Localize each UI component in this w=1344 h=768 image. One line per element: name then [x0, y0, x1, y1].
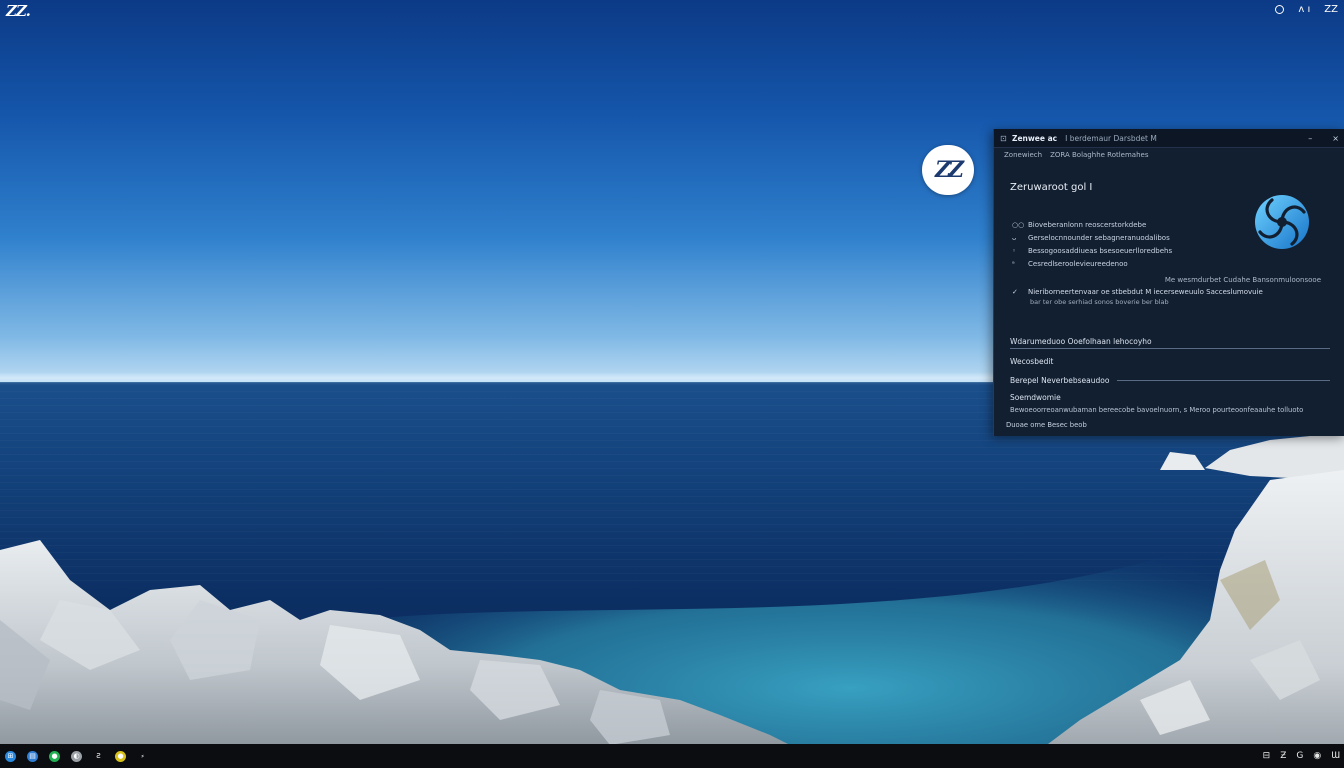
list-item[interactable]: ᴗ Gerselocnnounder sebagneranuodalibos — [1012, 231, 1172, 244]
wallpaper-rocks-right — [1048, 430, 1344, 744]
window-titlebar[interactable]: ⊡ Zenwee ac I berdemaur Darsbdet M – × — [994, 129, 1344, 148]
section-label: Wecosbedit — [1010, 357, 1054, 366]
breadcrumb: Zonewiech ZORA Bolaghhe Rotlemahes — [994, 148, 1344, 162]
breadcrumb-item[interactable]: ZORA Bolaghhe Rotlemahes — [1050, 151, 1148, 159]
section-description: Bewoeoorreoanwubaman bereecobe bavoelnuo… — [1010, 406, 1304, 414]
tray-icon[interactable]: Ɯ — [1331, 751, 1340, 761]
list-bullet-icon: ○○ — [1012, 220, 1025, 229]
brand-logo-icon — [1255, 195, 1309, 249]
feature-list: ○○ Bioveberanlonn reoscerstorkdebe ᴗ Ger… — [1012, 218, 1172, 270]
chat-icon[interactable]: ● — [49, 750, 60, 762]
section-label: Soemdwomie — [1010, 393, 1061, 402]
list-bullet-icon: ◦ — [1012, 246, 1017, 255]
list-item[interactable]: ◦ Bessogoosaddiueas bsesoeuerlloredbehs — [1012, 244, 1172, 257]
files-icon[interactable]: ▤ — [27, 750, 38, 762]
taskbar-apps: ⊞ ▤ ● ◐ Ƨ ● ⸗ — [0, 750, 148, 762]
top-tray-logo[interactable]: ZZ — [1324, 4, 1338, 15]
section-field[interactable]: Berepel Neverbebseaudoo — [1010, 376, 1330, 385]
section-field: Soemdwomie Bewoeoorreoanwubaman bereecob… — [1010, 393, 1330, 414]
list-item-label: Bioveberanlonn reoscerstorkdebe — [1028, 220, 1147, 229]
info-block: ✓ Nieriborneertenvaar oe stbebdut M iece… — [1012, 288, 1332, 306]
window-title: Zenwee ac — [1012, 133, 1058, 143]
list-item-label: Cesredlseroolevieureedenoo — [1028, 259, 1128, 268]
system-tray: ⊟ Ƶ G ◉ Ɯ — [1263, 751, 1344, 761]
text-app-icon[interactable]: Ƨ — [93, 750, 104, 762]
tray-icon[interactable]: G — [1296, 751, 1303, 761]
minimize-button[interactable]: – — [1308, 134, 1312, 143]
desktop-logo[interactable]: ZZ. — [6, 2, 31, 20]
info-text: Nieriborneertenvaar oe stbebdut M iecers… — [1028, 288, 1263, 296]
list-item[interactable]: ᵃ Cesredlseroolevieureedenoo — [1012, 257, 1172, 270]
info-subtext: bar ter obe serhiad sonos boverie ber bl… — [1030, 298, 1169, 306]
section-label: Wdarumeduoo Ooefolhaan lehocoyho — [1010, 337, 1152, 346]
list-item-label: Gerselocnnounder sebagneranuodalibos — [1028, 233, 1170, 242]
top-tray: ʌ ı ZZ — [1275, 4, 1338, 15]
footer-link[interactable]: Duoae ome Besec beob — [1006, 421, 1087, 429]
section-field[interactable]: Wecosbedit — [1010, 357, 1330, 366]
close-button[interactable]: × — [1332, 134, 1339, 143]
status-ring-icon[interactable] — [1275, 5, 1285, 14]
desktop-app-icon[interactable]: ZZ — [922, 145, 974, 195]
page-title: Zeruwaroot gol I — [1010, 182, 1093, 193]
divider — [1117, 380, 1330, 381]
tray-icon[interactable]: Ƶ — [1280, 751, 1286, 761]
start-icon[interactable]: ⊞ — [5, 750, 16, 762]
divider — [1010, 348, 1330, 349]
section-label: Berepel Neverbebseaudoo — [1010, 376, 1110, 385]
tray-icon[interactable]: ⊟ — [1263, 751, 1271, 761]
breadcrumb-item[interactable]: Zonewiech — [1004, 151, 1042, 159]
wallpaper-rocks-left — [0, 540, 788, 744]
section-field[interactable]: Wdarumeduoo Ooefolhaan lehocoyho — [1010, 337, 1330, 349]
list-bullet-icon: ᵃ — [1012, 259, 1015, 268]
list-bullet-icon: ᴗ — [1012, 233, 1017, 242]
star-icon[interactable]: ● — [115, 750, 126, 762]
desktop-app-icon-glyph: ZZ — [934, 157, 964, 183]
top-tray-item[interactable]: ʌ ı — [1298, 4, 1310, 15]
tray-icon[interactable]: ◉ — [1313, 751, 1321, 761]
window-controls: – × — [1308, 134, 1339, 143]
globe-icon[interactable]: ◐ — [71, 750, 82, 762]
check-icon: ✓ — [1012, 288, 1018, 296]
window-subtitle: I berdemaur Darsbdet M — [1065, 133, 1157, 143]
note-text: Me wesmdurbet Cudahe Bansonmuloonsooe — [1164, 276, 1321, 284]
misc-icon[interactable]: ⸗ — [137, 750, 148, 762]
app-icon: ⊡ — [1000, 133, 1007, 143]
list-item-label: Bessogoosaddiueas bsesoeuerlloredbehs — [1028, 246, 1173, 255]
list-item[interactable]: ○○ Bioveberanlonn reoscerstorkdebe — [1012, 218, 1172, 231]
taskbar: ⊞ ▤ ● ◐ Ƨ ● ⸗ ⊟ Ƶ G ◉ Ɯ — [0, 744, 1344, 768]
app-window: ⊡ Zenwee ac I berdemaur Darsbdet M – × Z… — [993, 129, 1344, 436]
